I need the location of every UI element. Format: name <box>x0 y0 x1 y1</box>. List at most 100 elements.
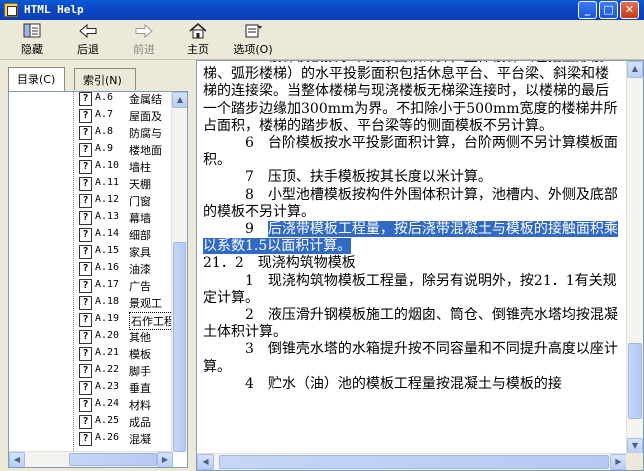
tree-item-number: A.21 <box>95 347 120 358</box>
chevron-down-icon: ▼ <box>631 441 639 450</box>
hide-button[interactable]: 隐藏 <box>14 22 50 58</box>
tree-item-number: A.12 <box>95 194 120 205</box>
tree-item-label: 墙柱 <box>129 161 151 174</box>
tree-item-label: 混凝 <box>129 433 151 446</box>
help-topic-icon: ? <box>79 432 92 446</box>
content-hscroll-thumb[interactable] <box>219 455 609 469</box>
paragraph: 8 小型池槽模板按构件外围体积计算，池槽内、外侧及底部的模板不另计算。 <box>203 187 621 221</box>
tree-item-number: A.6 <box>95 92 114 103</box>
paragraph-text: 7 压顶、扶手模板按其长度以米计算。 <box>245 169 492 186</box>
forward-button[interactable]: 前进 <box>126 22 162 58</box>
paragraph-text: 2 液压滑升钢模板施工的烟囱、筒仓、倒锥壳水塔均按混凝土体积计算。 <box>203 307 618 341</box>
tree-item-number: A.11 <box>95 177 120 188</box>
tree-horizontal-scrollbar[interactable]: ◀ ▶ <box>9 451 173 467</box>
paragraph: 5 楼梯模板按水平投影面积计算，整体楼梯（包括直形楼梯、弧形楼梯）的水平投影面积… <box>203 61 621 135</box>
tree-scroll-up-button[interactable]: ▲ <box>172 92 187 108</box>
options-label: 选项(O) <box>233 43 273 56</box>
options-icon <box>243 23 263 39</box>
section-heading: 21．2 现浇构筑物模板 <box>203 255 356 272</box>
tree-item-number: A.15 <box>95 245 120 256</box>
help-topic-icon: ? <box>79 279 92 293</box>
chevron-right-icon: ▶ <box>615 457 622 466</box>
back-button[interactable]: 后退 <box>70 22 106 58</box>
close-icon: ✕ <box>624 3 635 16</box>
minimize-button[interactable]: _ <box>578 1 597 19</box>
tree-item-label: 屋面及 <box>129 110 162 123</box>
help-topic-icon: ? <box>79 109 92 123</box>
content-scroll-left-button[interactable]: ◀ <box>197 454 214 470</box>
tree-item-number: A.9 <box>95 143 114 154</box>
chevron-left-icon: ◀ <box>202 457 209 466</box>
forward-arrow-icon <box>134 23 154 39</box>
maximize-button[interactable]: □ <box>599 1 618 19</box>
toolbar: 隐藏 后退 前进 主页 选项(O) <box>0 20 644 60</box>
tree-item-number: A.8 <box>95 126 114 137</box>
tree-item-label: 广告 <box>129 280 151 293</box>
tab-contents[interactable]: 目录(C) <box>8 67 65 91</box>
contents-tree: ? A.6 金属结? A.7 屋面及? A.8 防腐与? A.9 楼地面? A.10 墙柱? A.11… <box>8 91 188 468</box>
help-topic-icon: ? <box>79 262 92 276</box>
tree-item-label: 幕墙 <box>129 212 151 225</box>
paragraph-text: 4 贮水（油）池的模板工程量按混凝土与模板的接 <box>245 375 562 392</box>
tree-hscroll-thumb[interactable] <box>69 453 157 466</box>
tree-scroll-right-button[interactable]: ▶ <box>157 452 173 467</box>
tree-scroll-thumb[interactable] <box>173 242 186 452</box>
help-topic-icon: ? <box>79 143 92 157</box>
paragraph: 6 台阶模板按水平投影面积计算，台阶两侧不另计算模板面积。 <box>203 135 621 169</box>
tree-item-label: 楼地面 <box>129 144 162 157</box>
tree-item-label: 脚手 <box>129 365 151 378</box>
close-button[interactable]: ✕ <box>620 1 639 19</box>
hide-pane-icon <box>22 23 42 39</box>
tree-item-number: A.19 <box>95 313 120 324</box>
chevron-up-icon: ▲ <box>631 64 639 73</box>
title-bar: HTML Help _ □ ✕ <box>0 0 644 20</box>
tree-item-label: 细部 <box>129 229 151 242</box>
content-scroll-thumb[interactable] <box>628 343 642 419</box>
chevron-up-icon: ▲ <box>176 95 184 104</box>
selected-text[interactable]: 后浇带模板工程量，按后浇带混凝土与模板的接触面积乘以系数1.5以面积计算。 <box>203 221 618 255</box>
options-button[interactable]: 选项(O) <box>228 22 278 58</box>
help-topic-icon: ? <box>79 364 92 378</box>
content-vertical-scrollbar[interactable]: ▲ ▼ <box>626 61 643 455</box>
tree-item-label: 油漆 <box>129 263 151 276</box>
paragraph-selected: 9 后浇带模板工程量，按后浇带混凝土与模板的接触面积乘以系数1.5以面积计算。 <box>203 221 621 255</box>
topic-text: 5 楼梯模板按水平投影面积计算，整体楼梯（包括直形楼梯、弧形楼梯）的水平投影面积… <box>203 61 621 393</box>
topic-content-pane: 5 楼梯模板按水平投影面积计算，整体楼梯（包括直形楼梯、弧形楼梯）的水平投影面积… <box>196 60 644 471</box>
help-topic-icon: ? <box>79 313 92 327</box>
tree-items: ? A.6 金属结? A.7 屋面及? A.8 防腐与? A.9 楼地面? A.10 墙柱? A.11… <box>79 92 179 452</box>
paragraph: 1 现浇构筑物模板工程量，除另有说明外，按21．1有关规定计算。 <box>203 273 621 307</box>
tree-item-label: 成品 <box>129 416 151 429</box>
tree-item-label: 家具 <box>129 246 151 259</box>
hide-label: 隐藏 <box>21 43 43 56</box>
paragraph-text: 1 现浇构筑物模板工程量，除另有说明外，按21．1有关规定计算。 <box>203 272 617 306</box>
paragraph-text: 8 小型池槽模板按构件外围体积计算，池槽内、外侧及底部的模板不另计算。 <box>203 186 618 220</box>
content-scroll-up-button[interactable]: ▲ <box>627 61 643 78</box>
paragraph: 2 液压滑升钢模板施工的烟囱、筒仓、倒锥壳水塔均按混凝土体积计算。 <box>203 307 621 341</box>
tree-item-number: A.26 <box>95 432 120 443</box>
home-icon <box>188 23 208 39</box>
help-topic-icon: ? <box>79 92 92 106</box>
help-app-icon <box>4 3 18 17</box>
paragraph: 3 倒锥壳水塔的水箱提升按不同容量和不同提升高度以座计算。 <box>203 341 621 375</box>
tree-item-label: 其他 <box>129 331 151 344</box>
tree-item-label: 模板 <box>129 348 151 361</box>
tree-item-number: A.14 <box>95 228 120 239</box>
help-topic-icon: ? <box>79 126 92 140</box>
tree-vertical-scrollbar[interactable]: ▲ <box>171 92 187 452</box>
tree-item-number: A.20 <box>95 330 120 341</box>
tree-scroll-left-button[interactable]: ◀ <box>9 452 25 467</box>
back-label: 后退 <box>77 43 99 56</box>
content-scroll-right-button[interactable]: ▶ <box>610 454 627 470</box>
paragraph-text: 6 台阶模板按水平投影面积计算，台阶两侧不另计算模板面积。 <box>203 135 618 169</box>
home-button[interactable]: 主页 <box>180 22 216 58</box>
content-horizontal-scrollbar[interactable]: ◀ ▶ <box>197 453 627 470</box>
tree-item-label: 金属结 <box>129 93 162 106</box>
navigation-pane: 目录(C) 索引(N) ? A.6 金属结? A.7 屋面及? A.8 防腐与? A.9 楼地面… <box>0 60 190 471</box>
tree-item-label: 垂直 <box>129 382 151 395</box>
tree-item-label: 防腐与 <box>129 127 162 140</box>
help-topic-icon: ? <box>79 160 92 174</box>
tree-item-label: 景观工 <box>129 297 162 310</box>
tab-index[interactable]: 索引(N) <box>74 68 136 90</box>
scrollbar-corner <box>626 453 643 470</box>
tree-item-label: 天棚 <box>129 178 151 191</box>
